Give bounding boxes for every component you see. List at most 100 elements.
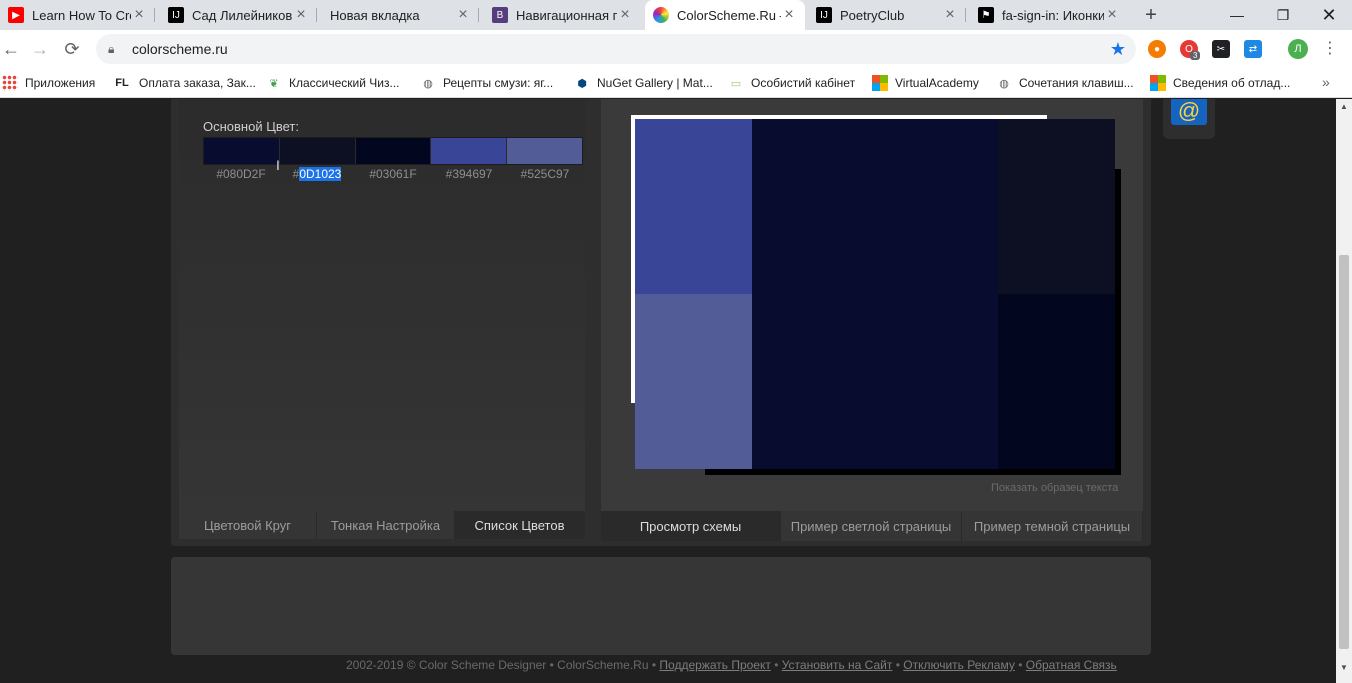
tab-sad-lileinikov[interactable]: IJ Сад Лилейников × (160, 0, 317, 30)
nuget-icon: ⬢ (577, 77, 587, 90)
color-swatch[interactable] (355, 138, 432, 164)
footer-feedback-link[interactable]: Обратная Связь (1026, 658, 1117, 672)
bookmark-cabinet[interactable]: ▭ Особистий кабінет (728, 74, 855, 92)
address-bar[interactable]: 🔒︎ colorscheme.ru ★ (96, 34, 1136, 64)
forward-button[interactable]: → (29, 38, 51, 60)
browser-menu-icon[interactable]: ⋮ (1320, 38, 1340, 60)
tab-title: PoetryClub (840, 7, 905, 23)
color-code[interactable]: #394697 (431, 167, 507, 181)
tab-title: fa-sign-in: Иконки (1002, 7, 1104, 23)
color-swatch[interactable] (279, 138, 356, 164)
tab-dark-page-example[interactable]: Пример темной страницы (962, 511, 1143, 541)
tab-title: Learn How To Crea (32, 7, 131, 23)
show-sample-text-link[interactable]: Показать образец текста (991, 482, 1118, 494)
bookmark-apps[interactable]: Приложения (2, 74, 95, 92)
scrollbar-thumb[interactable] (1339, 255, 1349, 649)
bookmark-shortcuts[interactable]: ◍ Сочетания клавиш... (996, 74, 1133, 92)
left-tabs: Цветовой Круг Тонкая Настройка Список Цв… (179, 511, 585, 539)
close-icon[interactable]: × (942, 6, 958, 24)
globe-icon: ◍ (423, 77, 433, 90)
color-list-panel: Основной Цвет: #080D2F #0D1023 #03061F #… (179, 99, 585, 511)
color-swatch[interactable] (204, 138, 280, 164)
tab-color-wheel[interactable]: Цветовой Круг (179, 511, 317, 539)
restore-button[interactable]: ❐ (1260, 0, 1306, 30)
scheme-preview-panel: Показать образец текста (601, 99, 1143, 511)
color-swatch[interactable] (507, 138, 582, 164)
extension-badge: 3 (1190, 51, 1201, 60)
scroll-down-icon[interactable]: ▼ (1339, 663, 1349, 673)
globe-icon: ◍ (999, 77, 1009, 90)
tab-fa-sign-in[interactable]: ⚑ fa-sign-in: Иконки × (970, 0, 1128, 30)
bookmark-debug-info[interactable]: Сведения об отлад... (1150, 74, 1290, 92)
selected-text: 0D1023 (299, 167, 342, 181)
tab-title: Навигационная п (516, 7, 617, 23)
tab-colorscheme[interactable]: ColorScheme.Ru – × (645, 0, 805, 30)
page-content: Основной Цвет: #080D2F #0D1023 #03061F #… (0, 99, 1336, 683)
new-tab-button[interactable]: + (1140, 4, 1162, 26)
intellij-icon: IJ (816, 7, 832, 23)
email-at-icon[interactable]: @ (1171, 99, 1207, 125)
close-icon[interactable]: × (617, 6, 633, 24)
color-swatch[interactable] (431, 138, 508, 164)
tab-title: Новая вкладка (330, 7, 420, 23)
page-scrollbar[interactable]: ▲ ▼ (1336, 99, 1352, 683)
close-icon[interactable]: × (131, 6, 147, 24)
footer-support-link[interactable]: Поддержать Проект (659, 658, 770, 672)
leaf-icon: ❦ (269, 77, 279, 90)
tab-title: ColorScheme.Ru – (677, 7, 781, 23)
reload-button[interactable]: ⟳ (61, 38, 83, 60)
close-icon[interactable]: × (293, 6, 309, 24)
intellij-icon: IJ (168, 7, 184, 23)
text-cursor-icon: I (276, 157, 280, 173)
bottom-panel (171, 557, 1151, 655)
more-bookmarks-icon[interactable]: » (1322, 74, 1330, 90)
preview-block (998, 294, 1115, 469)
translate-extension-icon[interactable]: ⇄ (1244, 40, 1262, 58)
back-button[interactable]: ← (0, 38, 22, 60)
card-icon: ▭ (730, 77, 742, 90)
profile-avatar[interactable]: Л (1288, 39, 1308, 59)
bootstrap-icon: B (492, 7, 508, 23)
bookmark-fl[interactable]: FL Оплата заказа, Зак... (112, 74, 256, 92)
tab-scheme-preview[interactable]: Просмотр схемы (601, 511, 781, 541)
scroll-up-icon[interactable]: ▲ (1339, 102, 1349, 112)
windows-icon (872, 75, 888, 91)
swatch-row (203, 137, 583, 165)
tab-title: Сад Лилейников (192, 7, 293, 23)
bookmark-star-icon[interactable]: ★ (1110, 39, 1126, 60)
tab-color-list[interactable]: Список Цветов (455, 511, 585, 539)
fl-icon: FL (115, 77, 129, 89)
tab-poetryclub[interactable]: IJ PoetryClub × (808, 0, 966, 30)
tab-light-page-example[interactable]: Пример светлой страницы (781, 511, 962, 541)
color-wheel-icon (653, 7, 669, 23)
bookmark-virtualacademy[interactable]: VirtualAcademy (872, 74, 979, 92)
youtube-icon: ▶ (8, 7, 24, 23)
close-icon[interactable]: × (1104, 6, 1120, 24)
color-code[interactable]: #525C97 (507, 167, 583, 181)
minimize-button[interactable]: — (1214, 0, 1260, 30)
windows-icon (1150, 75, 1166, 91)
lock-icon: 🔒︎ (108, 41, 115, 56)
address-url[interactable]: colorscheme.ru (132, 41, 228, 57)
tab-youtube[interactable]: ▶ Learn How To Crea × (0, 0, 155, 30)
flag-icon: ⚑ (978, 7, 994, 23)
bookmark-nuget[interactable]: ⬢ NuGet Gallery | Mat... (574, 74, 713, 92)
bookmarks-bar: Приложения FL Оплата заказа, Зак... ❦ Кл… (0, 68, 1352, 98)
color-code-selected[interactable]: #0D1023 (279, 167, 355, 181)
tab-new[interactable]: Новая вкладка × (322, 0, 479, 30)
side-widget: @ (1163, 99, 1215, 139)
bookmark-cheesecake[interactable]: ❦ Классический Чиз... (266, 74, 399, 92)
bookmark-smoothie[interactable]: ◍ Рецепты смузи: яг... (420, 74, 553, 92)
footer-install-link[interactable]: Установить на Сайт (782, 658, 893, 672)
tab-bootstrap-nav[interactable]: B Навигационная п × (484, 0, 641, 30)
basketball-extension-icon[interactable]: ● (1148, 40, 1166, 58)
color-code[interactable]: #080D2F (203, 167, 279, 181)
tool-extension-icon[interactable]: ✂ (1212, 40, 1230, 58)
footer-disable-ads-link[interactable]: Отключить Рекламу (903, 658, 1015, 672)
tab-fine-tuning[interactable]: Тонкая Настройка (317, 511, 455, 539)
close-icon[interactable]: × (781, 6, 797, 24)
color-code[interactable]: #03061F (355, 167, 431, 181)
close-icon[interactable]: × (455, 6, 471, 24)
close-window-button[interactable]: ✕ (1306, 0, 1352, 30)
color-codes-row: #080D2F #0D1023 #03061F #394697 #525C97 (203, 167, 583, 181)
